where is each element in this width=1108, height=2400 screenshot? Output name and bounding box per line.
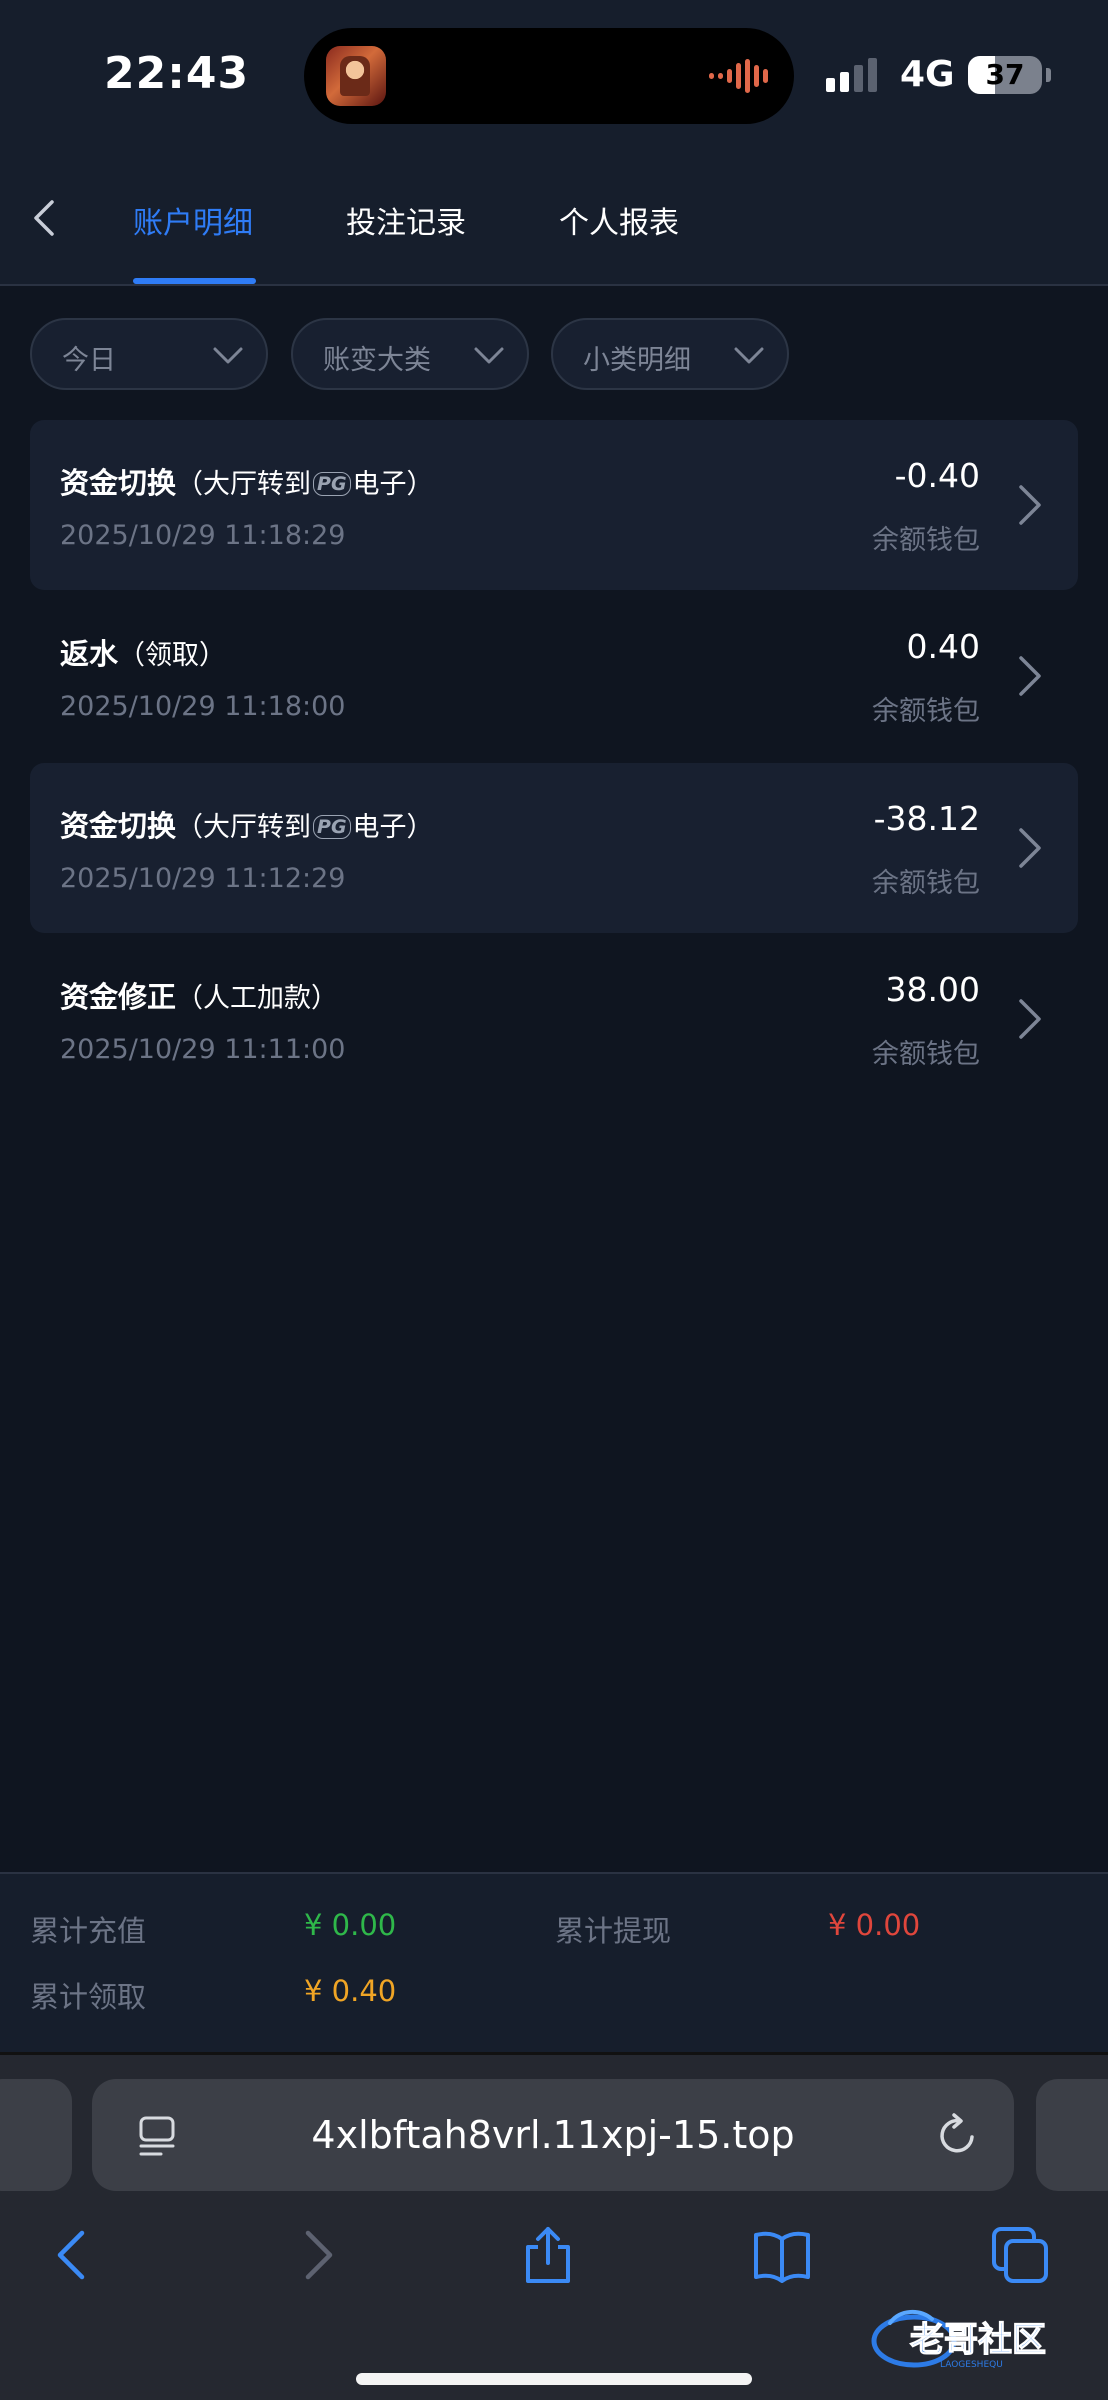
chevron-right-icon <box>1019 999 1041 1039</box>
browser-back-icon[interactable] <box>44 2225 104 2285</box>
watermark-subtext: LAOGESHEQU <box>940 2360 1003 2370</box>
now-playing-app-icon[interactable] <box>326 46 386 106</box>
watermark-logo: 老哥社区 LAOGESHEQU <box>871 2310 1047 2370</box>
transaction-amount: 38.00 <box>885 970 980 1009</box>
status-time: 22:43 <box>104 48 250 99</box>
browser-forward-icon[interactable] <box>286 2225 346 2285</box>
filter-subcategory-label: 小类明细 <box>583 345 691 376</box>
previous-tab-preview[interactable] <box>0 2079 72 2191</box>
top-tab-bar: 账户明细 投注记录 个人报表 <box>0 150 1108 286</box>
next-tab-preview[interactable] <box>1036 2079 1108 2191</box>
active-tab-indicator <box>133 278 256 284</box>
transaction-date: 2025/10/29 11:18:00 <box>60 691 346 722</box>
filter-category-label: 账变大类 <box>323 345 431 376</box>
chevron-down-icon <box>213 347 243 364</box>
pg-logo: PG <box>313 815 351 839</box>
transaction-date: 2025/10/29 11:18:29 <box>60 520 346 551</box>
transaction-title-line: 返水（领取） <box>60 631 226 673</box>
transaction-title: 资金切换 <box>60 466 177 500</box>
transaction-title: 资金修正 <box>60 980 177 1014</box>
transaction-date: 2025/10/29 11:11:00 <box>60 1034 346 1065</box>
tab-account-details[interactable]: 账户明细 <box>133 198 253 242</box>
status-bar: 22:43 4G 37 <box>0 0 1108 150</box>
transaction-row[interactable]: 资金切换（大厅转到 PG 电子） 2025/10/29 11:12:29 -38.1… <box>30 763 1078 933</box>
battery-cap <box>1046 68 1051 82</box>
chevron-down-icon <box>474 347 504 364</box>
chevron-right-icon <box>1019 656 1041 696</box>
transaction-wallet: 余额钱包 <box>872 868 980 899</box>
transaction-title: 返水 <box>60 637 119 671</box>
tab-bet-records[interactable]: 投注记录 <box>346 198 466 242</box>
share-icon[interactable] <box>518 2225 578 2285</box>
network-type: 4G <box>900 54 955 95</box>
transaction-wallet: 余额钱包 <box>872 525 980 556</box>
transaction-date: 2025/10/29 11:12:29 <box>60 863 346 894</box>
app-screen: 22:43 4G 37 账户明细 投注记录 个人报表 今日 账变大类 小类明细 … <box>0 0 1108 2400</box>
filter-subcategory-dropdown[interactable]: 小类明细 <box>551 318 789 390</box>
home-indicator[interactable] <box>356 2373 752 2385</box>
pg-logo: PG <box>313 472 351 496</box>
filter-date-dropdown[interactable]: 今日 <box>30 318 268 390</box>
transaction-amount: 0.40 <box>906 627 980 666</box>
transaction-title-line: 资金修正（人工加款） <box>60 974 338 1016</box>
chevron-right-icon <box>1019 828 1041 868</box>
transaction-title: 资金切换 <box>60 809 177 843</box>
filter-category-dropdown[interactable]: 账变大类 <box>291 318 529 390</box>
back-chevron-icon[interactable] <box>26 198 66 238</box>
watermark-text: 老哥社区 <box>910 2320 1046 2360</box>
transaction-row[interactable]: 资金修正（人工加款） 2025/10/29 11:11:00 38.00 余额钱… <box>30 934 1078 1104</box>
signal-bars-icon <box>826 58 877 92</box>
transaction-subtype-end: 电子） <box>352 812 434 843</box>
browser-toolbar: 4xlbftah8vrl.11xpj-15.top 老哥社区 LAOGESHEQ… <box>0 2052 1108 2400</box>
transaction-subtype: （人工加款） <box>176 983 339 1014</box>
total-claim-label: 累计领取 <box>30 1980 147 2014</box>
transaction-title-line: 资金切换（大厅转到 PG 电子） <box>60 803 434 845</box>
battery-icon: 37 <box>968 56 1042 94</box>
tab-personal-report[interactable]: 个人报表 <box>559 198 679 242</box>
total-withdraw-label: 累计提现 <box>555 1914 672 1948</box>
address-bar[interactable]: 4xlbftah8vrl.11xpj-15.top <box>92 2079 1014 2191</box>
total-recharge-label: 累计充值 <box>30 1914 147 1948</box>
transaction-wallet: 余额钱包 <box>872 1039 980 1070</box>
url-text: 4xlbftah8vrl.11xpj-15.top <box>311 2113 795 2157</box>
dynamic-island[interactable] <box>304 28 794 124</box>
total-withdraw-value: ¥ 0.00 <box>828 1908 921 1942</box>
audio-waveform-icon <box>709 58 768 94</box>
summary-panel: 累计充值 ¥ 0.00 累计提现 ¥ 0.00 累计领取 ¥ 0.40 <box>0 1872 1108 2052</box>
transaction-subtype: （领取） <box>118 640 227 671</box>
transaction-title-line: 资金切换（大厅转到 PG 电子） <box>60 460 434 502</box>
filter-date-label: 今日 <box>62 345 116 376</box>
total-recharge-value: ¥ 0.00 <box>304 1908 397 1942</box>
transaction-subtype-end: 电子） <box>352 469 434 500</box>
tabs-icon[interactable] <box>990 2225 1050 2285</box>
transaction-row[interactable]: 返水（领取） 2025/10/29 11:18:00 0.40 余额钱包 <box>30 591 1078 761</box>
chevron-down-icon <box>734 347 764 364</box>
transaction-row[interactable]: 资金切换（大厅转到 PG 电子） 2025/10/29 11:18:29 -0.40… <box>30 420 1078 590</box>
transaction-wallet: 余额钱包 <box>872 696 980 727</box>
bookmarks-icon[interactable] <box>752 2225 812 2285</box>
transaction-amount: -38.12 <box>873 799 980 838</box>
total-claim-value: ¥ 0.40 <box>304 1974 397 2008</box>
transaction-subtype: （大厅转到 <box>176 812 312 843</box>
transaction-amount: -0.40 <box>894 456 980 495</box>
reload-icon[interactable] <box>936 2113 980 2157</box>
chevron-right-icon <box>1019 485 1041 525</box>
battery-percent: 37 <box>985 58 1025 91</box>
transaction-subtype: （大厅转到 <box>176 469 312 500</box>
